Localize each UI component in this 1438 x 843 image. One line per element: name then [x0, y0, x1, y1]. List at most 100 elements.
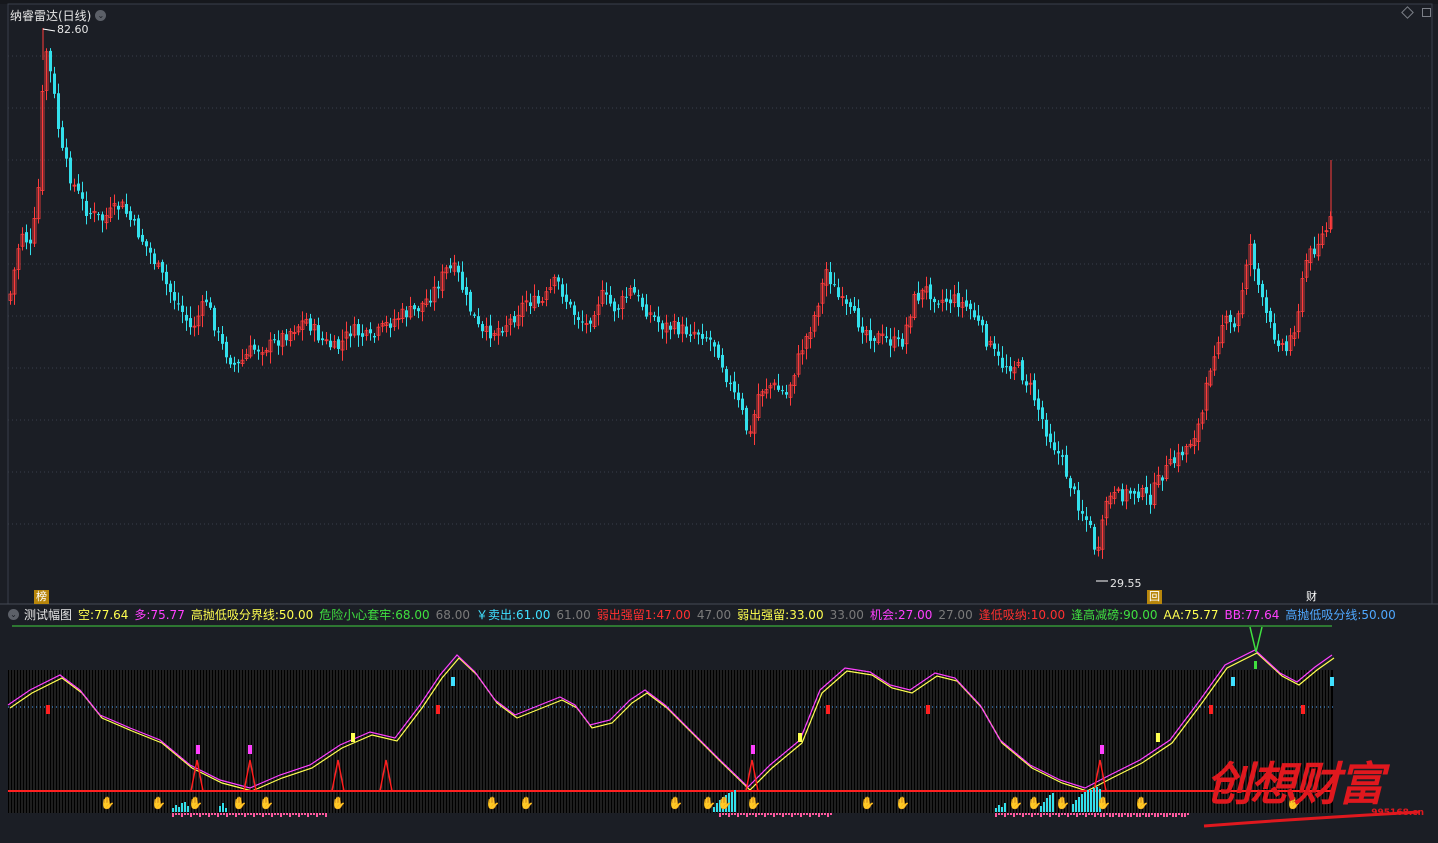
candle-body-down: [1041, 407, 1044, 420]
histogram-bar: [998, 805, 1000, 812]
legend-item: AA:75.77: [1164, 608, 1219, 622]
pink-bar: [794, 813, 796, 815]
pink-bar: [235, 813, 237, 817]
pink-bar: [226, 813, 228, 817]
candle-body-down: [577, 317, 580, 320]
indicator-title[interactable]: 测试幅图: [24, 606, 72, 623]
pink-bar: [1037, 813, 1039, 815]
chevron-down-icon[interactable]: ⌄: [95, 9, 107, 21]
window-restore-icon[interactable]: [1422, 8, 1431, 17]
candle-body-down: [733, 381, 736, 393]
candle-body-down: [65, 147, 68, 159]
pink-bar: [238, 813, 240, 815]
candle-body-down: [993, 343, 996, 349]
candle-body-down: [1273, 323, 1276, 340]
candle-body-down: [273, 339, 276, 341]
legend-item: 机会:27.00: [870, 608, 932, 622]
histogram-bar: [1072, 804, 1074, 812]
candle-body-down: [117, 205, 120, 210]
pink-bar: [277, 813, 279, 815]
candle-body-down: [1069, 478, 1072, 489]
candle-body-down: [1261, 283, 1264, 298]
pink-bar: [1160, 813, 1162, 815]
event-marker-hui[interactable]: 回: [1147, 590, 1162, 604]
pink-bar: [1154, 813, 1156, 817]
candle-body-down: [1265, 297, 1268, 313]
legend-label: ￥卖出:: [476, 607, 517, 622]
candle-body-down: [561, 284, 564, 297]
candle-body-down: [657, 316, 660, 323]
hand-pointer-icon: ✋: [1055, 796, 1070, 810]
pink-bar: [1091, 813, 1093, 815]
candle-body-down: [429, 300, 432, 303]
candle-body-down: [101, 214, 104, 221]
pink-bar: [1130, 813, 1132, 815]
candle-body-down: [1285, 341, 1288, 352]
candle-body-down: [181, 305, 184, 312]
candle-body-down: [205, 299, 208, 303]
hand-pointer-icon: ✋: [668, 796, 683, 810]
pink-bar: [322, 813, 324, 815]
pink-bar: [298, 813, 300, 817]
candle-body-down: [1045, 419, 1048, 437]
pink-bar: [220, 813, 222, 815]
candle-body-down: [969, 303, 972, 310]
histogram-bar: [184, 802, 186, 812]
pink-bar: [749, 813, 751, 815]
pink-bar: [265, 813, 267, 815]
legend-value: 75.77: [150, 607, 185, 622]
legend-label: BB:: [1224, 607, 1245, 622]
candle-body-down: [1053, 442, 1056, 451]
candle-body-down: [477, 316, 480, 325]
hand-pointer-icon: ✋: [151, 796, 166, 810]
histogram-bar: [1087, 790, 1089, 812]
pink-bar: [1067, 813, 1069, 817]
candle-body-down: [645, 304, 648, 317]
chevron-down-icon[interactable]: ⌄: [8, 608, 19, 620]
pink-bar: [734, 813, 736, 815]
signal-mark: [1209, 705, 1213, 714]
pink-bar: [1055, 813, 1057, 815]
event-marker-bang[interactable]: 榜: [34, 590, 49, 604]
pink-bar: [1136, 813, 1138, 817]
main-chart-title[interactable]: 纳睿雷达(日线): [10, 7, 91, 24]
signal-mark: [1330, 677, 1334, 686]
main-chart-header: 纳睿雷达(日线) ⌄: [0, 5, 107, 25]
hand-pointer-icon: ✋: [1008, 796, 1023, 810]
candle-body-down: [49, 50, 52, 72]
legend-value: 27.00: [938, 607, 973, 622]
candle-body-down: [277, 340, 280, 346]
event-marker-cai[interactable]: 财: [1304, 590, 1319, 604]
candle-body-down: [25, 232, 28, 243]
candle-body-down: [1145, 487, 1148, 494]
pink-bar: [1001, 813, 1003, 815]
pink-bar: [1172, 813, 1174, 817]
legend-item: 27.00: [938, 608, 972, 622]
candle-body-down: [1077, 490, 1080, 511]
pink-bar: [1166, 813, 1168, 815]
pink-bar: [1082, 813, 1084, 815]
green-mark: [1254, 661, 1257, 669]
pink-bar: [274, 813, 276, 815]
price-grid: [0, 3, 1438, 605]
pink-bar: [319, 813, 321, 815]
pink-bar: [746, 813, 748, 817]
signal-mark: [1231, 677, 1235, 686]
signal-mark: [798, 733, 802, 742]
pink-bar: [205, 813, 207, 815]
candle-body-down: [685, 326, 688, 335]
histogram-bar: [1093, 788, 1095, 812]
legend-item: 逢高减磅:90.00: [1071, 608, 1157, 622]
pink-bar: [773, 813, 775, 817]
candle-body-down: [77, 183, 80, 191]
pink-bar: [295, 813, 297, 815]
candle-body-down: [949, 299, 952, 304]
legend-value: 68.00: [395, 607, 430, 622]
candle-body-down: [153, 253, 156, 265]
candle-body-down: [917, 292, 920, 301]
hand-pointer-icon: ✋: [485, 796, 500, 810]
pink-bar: [232, 813, 234, 815]
pink-bar: [752, 813, 754, 815]
indicator-panel: ✋ ✋ ✋ ✋ ✋ ✋ ✋ ✋ ✋ ✋ ✋ ✋ ✋ ✋ ✋ ✋ ✋ ✋ ✋ ✋: [7, 625, 1335, 817]
pink-bar: [1157, 813, 1159, 815]
